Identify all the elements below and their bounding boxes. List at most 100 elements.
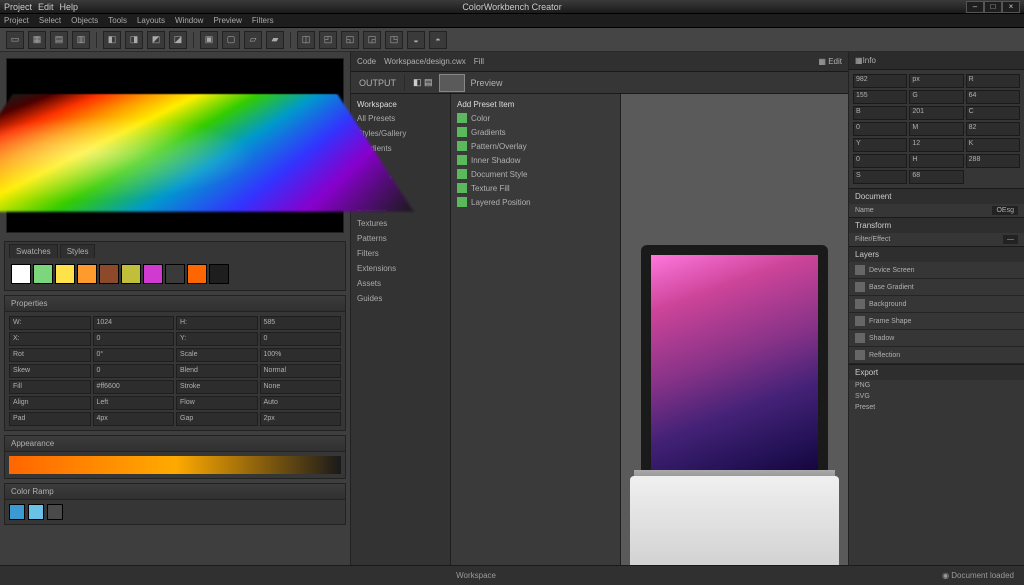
list-item[interactable]: Color bbox=[455, 111, 616, 125]
info-cell[interactable]: 12 bbox=[909, 138, 963, 152]
menu-item[interactable]: Select bbox=[39, 16, 61, 25]
app-tab[interactable]: Help bbox=[60, 2, 79, 12]
visibility-icon[interactable] bbox=[855, 316, 865, 326]
minimize-button[interactable]: – bbox=[966, 1, 984, 13]
info-cell[interactable]: H bbox=[909, 154, 963, 168]
property-cell[interactable]: Normal bbox=[260, 364, 342, 378]
tool-button[interactable]: ◒ bbox=[407, 31, 425, 49]
path-segment[interactable]: Workspace/design.cwx bbox=[384, 57, 466, 66]
layer-row[interactable]: Device Screen bbox=[849, 262, 1024, 279]
property-cell[interactable]: 585 bbox=[260, 316, 342, 330]
list-item[interactable]: Texture Fill bbox=[455, 181, 616, 195]
tool-button[interactable]: ◓ bbox=[429, 31, 447, 49]
info-cell[interactable]: S bbox=[853, 170, 907, 184]
swatch[interactable] bbox=[165, 264, 185, 284]
property-cell[interactable]: 2px bbox=[260, 412, 342, 426]
menu-item[interactable]: Layouts bbox=[137, 16, 165, 25]
property-cell[interactable]: 0° bbox=[93, 348, 175, 362]
visibility-icon[interactable] bbox=[855, 265, 865, 275]
export-option[interactable]: Preset bbox=[855, 404, 875, 411]
property-cell[interactable]: #ff6600 bbox=[93, 380, 175, 394]
property-cell[interactable]: 100% bbox=[260, 348, 342, 362]
property-cell[interactable]: Left bbox=[93, 396, 175, 410]
property-cell[interactable]: X: bbox=[9, 332, 91, 346]
menu-item[interactable]: Tools bbox=[108, 16, 127, 25]
layer-row[interactable]: Background bbox=[849, 296, 1024, 313]
tree-item[interactable]: Assets bbox=[355, 276, 446, 291]
layer-row[interactable]: Base Gradient bbox=[849, 279, 1024, 296]
swatch[interactable] bbox=[99, 264, 119, 284]
info-cell[interactable]: px bbox=[909, 74, 963, 88]
tool-button[interactable]: ▣ bbox=[200, 31, 218, 49]
transform-field-value[interactable]: — bbox=[1003, 235, 1018, 244]
list-item[interactable]: Inner Shadow bbox=[455, 153, 616, 167]
tool-button[interactable]: ◰ bbox=[319, 31, 337, 49]
menu-item[interactable]: Objects bbox=[71, 16, 98, 25]
property-cell[interactable]: 0 bbox=[93, 332, 175, 346]
layer-row[interactable]: Frame Shape bbox=[849, 313, 1024, 330]
property-cell[interactable]: None bbox=[260, 380, 342, 394]
menu-item[interactable]: Filters bbox=[252, 16, 274, 25]
property-cell[interactable]: Align bbox=[9, 396, 91, 410]
property-cell[interactable]: Auto bbox=[260, 396, 342, 410]
tree-item[interactable]: Styles/Gallery bbox=[355, 126, 446, 141]
tree-item[interactable]: Extensions bbox=[355, 261, 446, 276]
property-cell[interactable]: Stroke bbox=[176, 380, 258, 394]
path-segment[interactable]: Code bbox=[357, 57, 376, 66]
visibility-icon[interactable] bbox=[855, 299, 865, 309]
path-segment[interactable]: Fill bbox=[474, 57, 484, 66]
tool-button[interactable]: ◫ bbox=[297, 31, 315, 49]
tree-item[interactable]: Patterns bbox=[355, 231, 446, 246]
device-mockup[interactable] bbox=[641, 245, 828, 565]
tool-button[interactable]: ◳ bbox=[385, 31, 403, 49]
swatch[interactable] bbox=[77, 264, 97, 284]
close-button[interactable]: × bbox=[1002, 1, 1020, 13]
info-cell[interactable]: 64 bbox=[966, 90, 1020, 104]
visibility-icon[interactable] bbox=[855, 333, 865, 343]
property-cell[interactable]: Skew bbox=[9, 364, 91, 378]
mini-swatch[interactable] bbox=[28, 504, 44, 520]
tool-button[interactable]: ◩ bbox=[147, 31, 165, 49]
swatch[interactable] bbox=[11, 264, 31, 284]
export-option[interactable]: SVG bbox=[855, 393, 870, 400]
property-cell[interactable]: 0 bbox=[93, 364, 175, 378]
document-value[interactable]: OEsg bbox=[992, 206, 1018, 215]
swatch[interactable] bbox=[121, 264, 141, 284]
tree-item[interactable]: Guides bbox=[355, 291, 446, 306]
property-cell[interactable]: Flow bbox=[176, 396, 258, 410]
layer-row[interactable]: Reflection bbox=[849, 347, 1024, 364]
property-cell[interactable]: 0 bbox=[260, 332, 342, 346]
info-cell[interactable]: C bbox=[966, 106, 1020, 120]
mini-swatch[interactable] bbox=[9, 504, 25, 520]
gradient-bar[interactable] bbox=[9, 456, 341, 474]
tool-button[interactable]: ▭ bbox=[6, 31, 24, 49]
list-item[interactable]: Pattern/Overlay bbox=[455, 139, 616, 153]
tool-button[interactable]: ◧ bbox=[103, 31, 121, 49]
info-cell[interactable]: 982 bbox=[853, 74, 907, 88]
layer-row[interactable]: Shadow bbox=[849, 330, 1024, 347]
info-cell[interactable]: 288 bbox=[966, 154, 1020, 168]
info-cell[interactable]: 155 bbox=[853, 90, 907, 104]
mini-swatch[interactable] bbox=[47, 504, 63, 520]
property-cell[interactable]: W: bbox=[9, 316, 91, 330]
list-item[interactable]: Gradients bbox=[455, 125, 616, 139]
menu-item[interactable]: Window bbox=[175, 16, 203, 25]
property-cell[interactable]: 4px bbox=[93, 412, 175, 426]
path-action[interactable]: Edit bbox=[828, 57, 842, 66]
swatch[interactable] bbox=[33, 264, 53, 284]
tool-button[interactable]: ◨ bbox=[125, 31, 143, 49]
visibility-icon[interactable] bbox=[855, 350, 865, 360]
swatches-tab[interactable]: Swatches bbox=[9, 244, 58, 258]
property-cell[interactable]: Blend bbox=[176, 364, 258, 378]
menu-item[interactable]: Preview bbox=[213, 16, 241, 25]
swatch[interactable] bbox=[55, 264, 75, 284]
info-cell[interactable]: K bbox=[966, 138, 1020, 152]
info-cell[interactable]: 0 bbox=[853, 154, 907, 168]
info-cell[interactable]: 68 bbox=[909, 170, 963, 184]
info-cell[interactable]: R bbox=[966, 74, 1020, 88]
tool-button[interactable]: ▦ bbox=[28, 31, 46, 49]
swatch[interactable] bbox=[143, 264, 163, 284]
property-cell[interactable]: H: bbox=[176, 316, 258, 330]
tool-button[interactable]: ▤ bbox=[50, 31, 68, 49]
property-cell[interactable]: Y: bbox=[176, 332, 258, 346]
